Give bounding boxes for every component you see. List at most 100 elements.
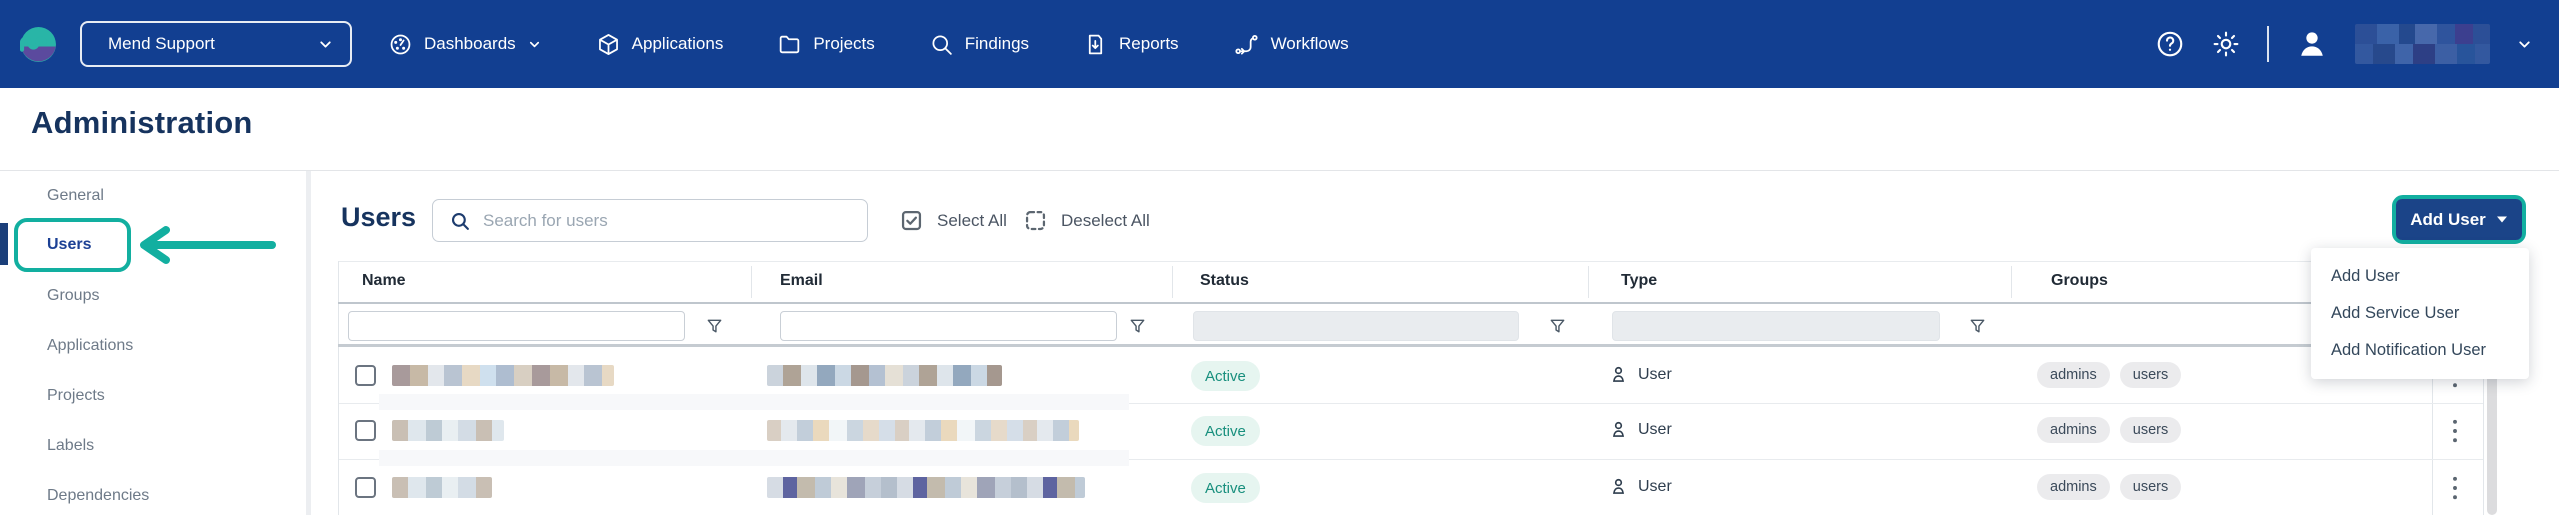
sidebar-item-groups[interactable]: Groups	[47, 287, 99, 305]
topbar-right-cluster	[2155, 0, 2533, 88]
nav-item-findings[interactable]: Findings	[929, 32, 1029, 57]
person-icon	[1608, 419, 1629, 440]
name-filter-input[interactable]	[348, 311, 685, 341]
chevron-down-icon	[317, 36, 334, 53]
sidebar-item-general[interactable]: General	[47, 187, 104, 205]
magnifier-icon	[929, 32, 954, 57]
filter-funnel-icon[interactable]	[1548, 317, 1567, 336]
nav-label: Findings	[965, 34, 1029, 54]
type-filter-input	[1612, 311, 1940, 341]
row-actions-kebab-icon[interactable]	[2450, 475, 2460, 501]
search-input[interactable]	[483, 211, 855, 231]
folder-icon	[777, 32, 802, 57]
cube-icon	[596, 32, 621, 57]
column-separator	[1172, 266, 1173, 298]
chevron-down-icon[interactable]	[2516, 36, 2533, 53]
type-cell: User	[1608, 476, 1672, 497]
redaction-mask	[379, 394, 1129, 410]
column-header-type[interactable]: Type	[1621, 272, 1657, 290]
menu-item-add-user[interactable]: Add User	[2311, 258, 2529, 295]
nav-label: Projects	[813, 34, 874, 54]
row-checkbox[interactable]	[355, 477, 376, 498]
group-chip: admins	[2037, 474, 2110, 500]
column-header-email[interactable]: Email	[780, 272, 823, 290]
redacted-name	[392, 365, 614, 386]
status-filter-input	[1193, 311, 1519, 341]
user-avatar-icon[interactable]	[2295, 27, 2329, 61]
filter-funnel-icon[interactable]	[1128, 317, 1147, 336]
organization-selector[interactable]: Mend Support	[80, 21, 352, 67]
sidebar-divider	[306, 171, 311, 515]
filter-row-bottom-border	[338, 344, 2483, 347]
annotation-highlight-box	[14, 218, 131, 272]
sidebar-item-projects[interactable]: Projects	[47, 387, 105, 405]
column-separator	[1588, 266, 1589, 298]
group-chip: users	[2120, 362, 2181, 388]
search-icon	[449, 210, 471, 232]
dashboard-icon	[388, 32, 413, 57]
nav-item-reports[interactable]: Reports	[1083, 32, 1179, 57]
nav-label: Workflows	[1271, 34, 1349, 54]
top-navigation-bar: Mend Support Dashboards	[0, 0, 2559, 88]
nav-item-applications[interactable]: Applications	[596, 32, 724, 57]
help-icon[interactable]	[2155, 29, 2185, 59]
row-checkbox[interactable]	[355, 365, 376, 386]
table-top-border	[338, 261, 2483, 262]
column-header-name[interactable]: Name	[362, 272, 406, 290]
type-cell: User	[1608, 364, 1672, 385]
annotation-arrow-icon	[136, 224, 276, 266]
app-screen: Mend Support Dashboards	[0, 0, 2559, 515]
group-chip: admins	[2037, 362, 2110, 388]
user-name-redacted	[2355, 24, 2490, 64]
deselect-all-button[interactable]: Deselect All	[1022, 207, 1150, 234]
workflow-icon	[1233, 32, 1260, 57]
sidebar-item-labels[interactable]: Labels	[47, 437, 94, 455]
select-all-button[interactable]: Select All	[898, 207, 1007, 234]
person-icon	[1608, 476, 1629, 497]
email-filter-input[interactable]	[780, 311, 1117, 341]
nav-label: Reports	[1119, 34, 1179, 54]
status-badge: Active	[1191, 473, 1260, 503]
sidebar-item-applications[interactable]: Applications	[47, 337, 133, 355]
nav-item-workflows[interactable]: Workflows	[1233, 32, 1349, 57]
mend-logo-icon[interactable]	[20, 26, 57, 63]
menu-item-add-service-user[interactable]: Add Service User	[2311, 295, 2529, 332]
organization-selector-value: Mend Support	[108, 34, 215, 54]
person-icon	[1608, 364, 1629, 385]
header-divider	[0, 170, 2559, 171]
dashed-square-icon	[1022, 207, 1049, 234]
checked-checkbox-icon	[898, 207, 925, 234]
redacted-email	[767, 420, 1079, 441]
add-user-label: Add User	[2410, 210, 2486, 230]
filter-funnel-icon[interactable]	[705, 317, 724, 336]
settings-gear-icon[interactable]	[2211, 29, 2241, 59]
header-bottom-border	[338, 302, 2483, 304]
redacted-email	[767, 365, 1002, 386]
topbar-divider	[2267, 26, 2269, 62]
add-user-button[interactable]: Add User	[2396, 199, 2522, 240]
groups-cell: admins users	[2037, 417, 2181, 443]
report-icon	[1083, 32, 1108, 57]
sidebar-item-dependencies[interactable]: Dependencies	[47, 487, 149, 505]
nav-label: Applications	[632, 34, 724, 54]
filter-funnel-icon[interactable]	[1968, 317, 1987, 336]
select-all-label: Select All	[937, 211, 1007, 231]
row-actions-kebab-icon[interactable]	[2450, 418, 2460, 444]
nav-item-dashboards[interactable]: Dashboards	[388, 32, 542, 57]
chevron-down-icon	[527, 37, 542, 52]
status-badge: Active	[1191, 361, 1260, 391]
group-chip: users	[2120, 417, 2181, 443]
group-chip: admins	[2037, 417, 2110, 443]
column-header-groups[interactable]: Groups	[2051, 272, 2108, 290]
column-header-status[interactable]: Status	[1200, 272, 1249, 290]
annotation-highlight-ring: Add User	[2392, 195, 2526, 244]
row-checkbox[interactable]	[355, 420, 376, 441]
redacted-name	[392, 477, 492, 498]
section-title: Users	[341, 202, 416, 233]
nav-item-projects[interactable]: Projects	[777, 32, 874, 57]
type-label: User	[1638, 366, 1672, 384]
table-left-border	[338, 261, 339, 515]
type-label: User	[1638, 478, 1672, 496]
group-chip: users	[2120, 474, 2181, 500]
menu-item-add-notification-user[interactable]: Add Notification User	[2311, 332, 2529, 369]
